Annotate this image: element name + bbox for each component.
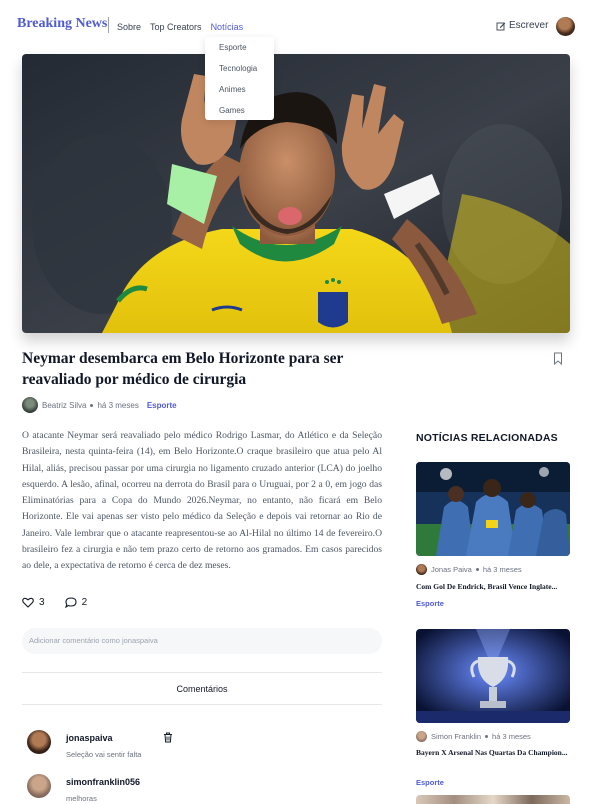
edit-icon [496,22,506,30]
comments-heading: Comentários [22,672,382,705]
write-button[interactable]: Escrever [496,20,548,31]
commenter-name[interactable]: jonaspaiva [66,733,113,743]
related-author-name[interactable]: Jonas Paiva [431,565,472,574]
bookmark-button[interactable] [553,352,563,370]
article-hero-image [22,54,570,333]
article-title: Neymar desembarca em Belo Horizonte para… [22,350,344,388]
nav-sobre[interactable]: Sobre [117,22,141,32]
related-card-meta: Simon Franklin há 3 meses [416,731,531,742]
related-card-title[interactable]: Bayern X Arsenal Nas Quartas Da Champion… [416,747,576,759]
comment-icon[interactable] [64,597,77,608]
nav-noticias[interactable]: Notícias [211,22,244,32]
meta-separator [485,735,489,738]
main-nav: Sobre Top Creators Notícias [117,22,243,32]
dropdown-item-animes[interactable]: Animes [205,83,274,104]
user-avatar[interactable] [556,17,575,36]
heart-icon[interactable] [22,597,34,608]
related-time: há 3 meses [482,565,522,574]
related-card-category[interactable]: Esporte [416,599,444,608]
trash-icon[interactable] [163,732,173,743]
related-card-title[interactable]: Com Gol De Endrick, Brasil Vence Inglate… [416,581,576,593]
related-news-title: NOTÍCIAS RELACIONADAS [416,432,558,444]
article-time: há 3 meses [97,400,139,410]
related-card-image[interactable] [416,462,570,556]
article-category[interactable]: Esporte [147,401,177,410]
meta-separator [475,568,479,571]
comment-text: Seleção vai sentir falta [66,750,142,759]
noticias-dropdown: Esporte Tecnologia Animes Games [205,37,274,120]
meta-separator [90,403,94,407]
comments-count: 2 [81,597,88,608]
article-body: O atacante Neymar será reavaliado pelo m… [22,430,382,572]
article-meta: Beatriz Silva há 3 meses Esporte [22,397,177,413]
related-card-meta: Jonas Paiva há 3 meses [416,564,522,575]
brand-logo[interactable]: Breaking News [17,16,107,32]
brand-divider [108,17,109,33]
related-card-image[interactable] [416,795,570,804]
reactions-bar: 3 2 [22,597,87,608]
likes-count: 3 [39,597,45,608]
related-card-image[interactable] [416,629,570,723]
nav-top-creators[interactable]: Top Creators [150,22,202,32]
dropdown-item-tecnologia[interactable]: Tecnologia [205,62,274,83]
related-time: há 3 meses [492,732,531,741]
commenter-name[interactable]: simonfranklin056 [66,777,140,787]
related-author-avatar[interactable] [416,564,427,575]
related-author-avatar[interactable] [416,731,427,742]
author-avatar[interactable] [22,397,38,413]
bookmark-icon [554,352,562,366]
write-label: Escrever [509,20,549,31]
related-card-category[interactable]: Esporte [416,778,444,787]
author-name[interactable]: Beatriz Silva [42,401,86,410]
related-author-name[interactable]: Simon Franklin [431,732,481,741]
dropdown-item-esporte[interactable]: Esporte [205,41,274,62]
commenter-avatar[interactable] [27,774,51,798]
top-navbar: Breaking News Sobre Top Creators Notícia… [0,0,590,52]
comment-input[interactable]: Adicionar comentário como jonaspaiva [22,628,382,654]
commenter-avatar[interactable] [27,730,51,754]
comment-text: melhoras [66,794,97,803]
dropdown-item-games[interactable]: Games [205,104,274,125]
